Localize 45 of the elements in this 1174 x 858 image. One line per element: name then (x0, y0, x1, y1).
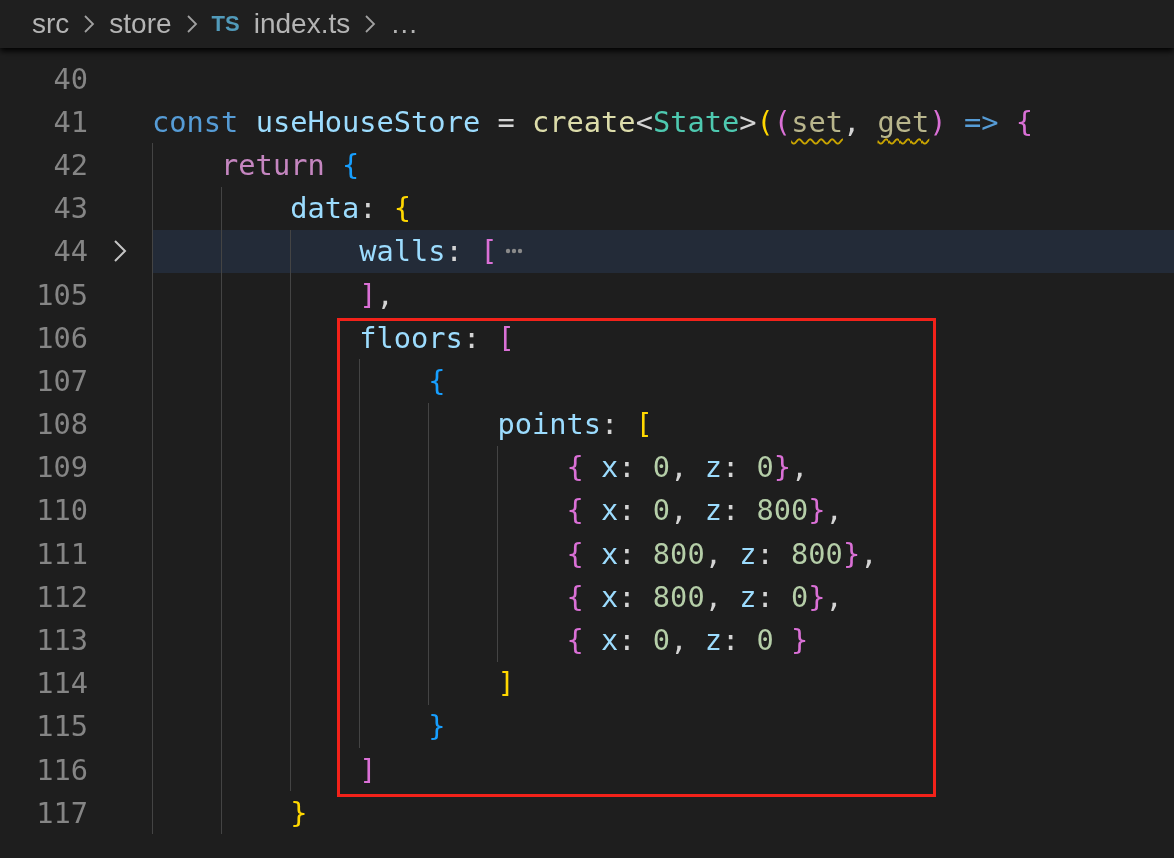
breadcrumb-item[interactable]: src (32, 8, 70, 40)
breadcrumb-item[interactable]: store (109, 8, 172, 40)
line-number: 113 (35, 623, 88, 658)
line-number: 43 (52, 191, 88, 226)
line-number: 110 (35, 493, 88, 528)
code-line: { x: 0, z: 800}, (566, 493, 843, 528)
code-line: { (428, 363, 446, 398)
code-line: walls: [ (359, 234, 498, 269)
code-line: ] (497, 666, 515, 701)
line-number: 105 (35, 277, 88, 312)
line-number: 116 (35, 752, 88, 787)
line-number: 106 (35, 320, 88, 355)
line-number: 42 (52, 147, 88, 182)
line-number: 44 (52, 234, 88, 269)
line-number: 107 (35, 363, 88, 398)
line-number: 115 (35, 709, 88, 744)
code-line: ] (359, 752, 377, 787)
line-number: 117 (35, 795, 88, 830)
line-number: 111 (35, 536, 88, 571)
code-line: { x: 800, z: 0}, (566, 579, 843, 614)
file-type-label: TS (211, 11, 240, 37)
chevron-icon (83, 14, 96, 34)
code-line: } (428, 709, 446, 744)
code-line: { x: 0, z: 0}, (566, 450, 809, 485)
chevron-icon[interactable] (113, 239, 127, 264)
code-line: data: { (290, 191, 412, 226)
line-number: 112 (35, 579, 88, 614)
ellipsis-icon[interactable] (505, 247, 524, 256)
code-line: floors: [ (359, 320, 515, 355)
chevron-icon (185, 14, 198, 34)
code-line: points: [ (497, 407, 653, 442)
code-line: { x: 0, z: 0 } (566, 623, 809, 658)
breadcrumb-item[interactable]: index.ts (253, 8, 351, 40)
code-line: } (290, 795, 308, 830)
line-number: 108 (35, 407, 88, 442)
chevron-icon (364, 14, 377, 34)
code-line: return { (221, 147, 360, 182)
code-line: { x: 800, z: 800}, (566, 536, 878, 571)
breadcrumb-item[interactable]: … (390, 8, 419, 40)
code-line: ], (359, 277, 394, 312)
line-number: 40 (52, 61, 88, 96)
line-number: 114 (35, 666, 88, 701)
line-number: 41 (52, 104, 88, 139)
line-number: 109 (35, 450, 88, 485)
code-line: const useHouseStore = create<State>((set, get) => { (152, 104, 1033, 139)
